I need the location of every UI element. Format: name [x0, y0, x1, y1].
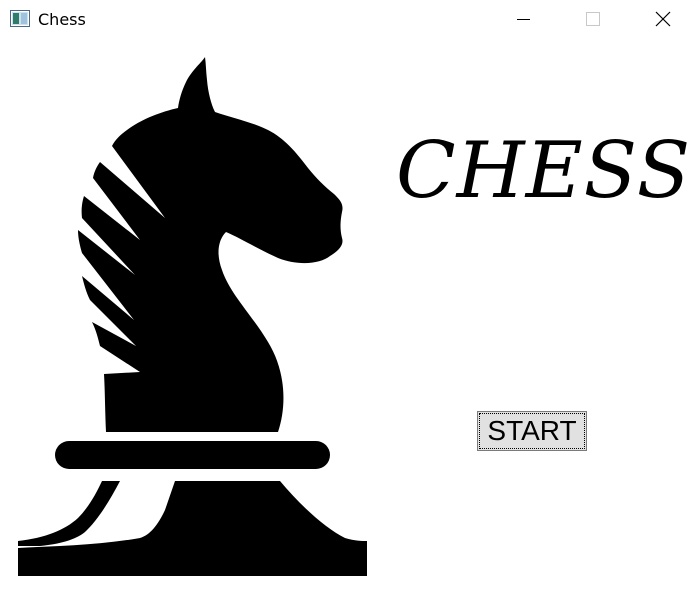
- app-window: Chess CHESS START: [0, 0, 696, 591]
- game-title-heading: CHESS: [396, 126, 692, 216]
- start-button[interactable]: START: [477, 411, 587, 451]
- minimize-button[interactable]: [500, 0, 546, 38]
- close-icon: [655, 11, 671, 27]
- chess-knight-icon: [18, 57, 367, 576]
- minimize-icon: [517, 19, 530, 20]
- close-button[interactable]: [640, 0, 686, 38]
- window-title: Chess: [38, 10, 86, 29]
- maximize-icon: [586, 12, 600, 26]
- app-window-icon: [10, 10, 30, 27]
- maximize-button[interactable]: [569, 0, 615, 38]
- title-bar[interactable]: Chess: [0, 0, 696, 38]
- main-content: CHESS START: [0, 38, 696, 591]
